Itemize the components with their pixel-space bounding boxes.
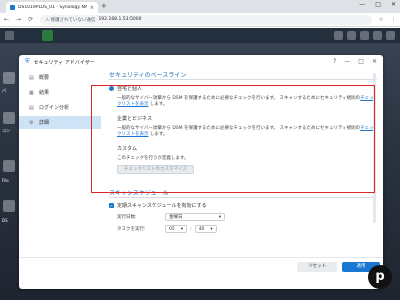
notification-icon[interactable] <box>347 31 356 40</box>
divider <box>109 197 377 198</box>
sidebar-item-label: 結果 <box>39 90 50 96</box>
new-tab-button[interactable]: + <box>101 2 107 10</box>
desktop-app-icon[interactable] <box>3 72 15 84</box>
chevron-down-icon: ▾ <box>210 226 213 232</box>
browser-tab[interactable]: DS1019PLUS_01 - Synology NAS × <box>6 2 98 13</box>
run-day-select[interactable]: 金曜日 ▾ <box>165 213 225 221</box>
highlight-box <box>91 85 375 193</box>
run-day-row: 実行日数: 金曜日 ▾ <box>109 212 377 222</box>
tab-title: DS1019PLUS_01 - Synology NAS <box>18 5 87 10</box>
run-day-label: 実行日数: <box>117 215 137 220</box>
desktop-app-label: File <box>2 178 9 183</box>
overview-icon: ▤ <box>29 74 34 81</box>
window-title: セキュリティ アドバイザー <box>33 59 95 66</box>
chat-icon[interactable] <box>334 31 343 40</box>
footer-divider <box>19 257 383 258</box>
back-button[interactable]: ← <box>4 16 9 23</box>
tab-close-icon[interactable]: × <box>90 5 94 11</box>
sidebar: ▤ 概要 ▦ 結果 ▤ ログイン分析 ⚙ 詳細 <box>19 69 101 289</box>
window-minimize-button[interactable]: — <box>344 58 350 65</box>
sidebar-item-label: 概要 <box>39 75 50 81</box>
address-bar-row: ← → ⟳ ⚠ 保護されていない通信 192.168.1.53:5000 ☆ ⋮ <box>0 13 400 27</box>
sidebar-item-results[interactable]: ▦ 結果 <box>19 86 101 99</box>
checkbox-checked-icon[interactable]: ✓ <box>109 203 114 208</box>
desktop-app-label: DS <box>2 218 8 223</box>
browser-menu-icon[interactable]: ⋮ <box>391 17 397 23</box>
maximize-button[interactable]: □ <box>375 1 381 8</box>
close-window-button[interactable]: ✕ <box>391 1 396 8</box>
desktop-app-label: パ <box>2 88 6 93</box>
desktop-app-icon[interactable] <box>3 200 15 212</box>
chevron-down-icon: ▾ <box>218 214 221 220</box>
minimize-button[interactable]: — <box>359 1 365 8</box>
desktop-app-icon[interactable] <box>3 160 15 172</box>
search-icon[interactable] <box>373 31 382 40</box>
enable-schedule-label: 定期スキャンスケジュールを有効にする <box>117 203 207 209</box>
gear-icon: ⚙ <box>29 119 34 126</box>
baseline-section-title: セキュリティのベースライン <box>109 71 187 79</box>
sidebar-item-label: ログイン分析 <box>39 105 70 111</box>
bookmark-star-icon[interactable]: ☆ <box>379 17 384 23</box>
dsm-tray <box>334 31 395 40</box>
window-controls: ? — □ ✕ <box>333 58 377 65</box>
time-separator: : <box>190 226 192 232</box>
divider <box>109 79 377 80</box>
chevron-down-icon: ▾ <box>180 226 183 232</box>
run-time-label: タスクを実行: <box>117 227 146 232</box>
forward-button[interactable]: → <box>16 16 21 23</box>
url-text: 192.168.1.53:5000 <box>98 17 142 22</box>
synology-favicon-icon <box>10 5 15 10</box>
hour-select[interactable]: 05 ▾ <box>165 225 187 233</box>
browser-tab-bar: DS1019PLUS_01 - Synology NAS × + — □ ✕ <box>0 0 400 13</box>
main-menu-icon[interactable] <box>5 31 14 40</box>
window-close-button[interactable]: ✕ <box>372 58 377 65</box>
login-analysis-icon: ▤ <box>29 104 34 111</box>
reload-button[interactable]: ⟳ <box>28 16 33 23</box>
site-logo: p <box>368 265 392 289</box>
url-field[interactable]: ⚠ 保護されていない通信 192.168.1.53:5000 <box>40 14 372 25</box>
dsm-taskbar <box>0 28 400 43</box>
reset-button[interactable]: リセット <box>297 262 337 272</box>
shield-icon: ⛨ <box>25 58 30 65</box>
enable-schedule-checkbox-row[interactable]: ✓ 定期スキャンスケジュールを有効にする <box>109 201 377 210</box>
sidebar-item-overview[interactable]: ▤ 概要 <box>19 71 101 84</box>
run-time-row: タスクを実行: 05 ▾ : 40 ▾ <box>109 224 377 234</box>
user-icon[interactable] <box>360 31 369 40</box>
help-button[interactable]: ? <box>333 58 336 65</box>
minute-select[interactable]: 40 ▾ <box>194 225 217 233</box>
sidebar-item-login-analysis[interactable]: ▤ ログイン分析 <box>19 101 101 114</box>
browser-window-controls: — □ ✕ <box>359 1 396 8</box>
desktop-app-icon[interactable] <box>3 112 15 124</box>
sidebar-item-label: 詳細 <box>39 120 50 126</box>
security-warning[interactable]: ⚠ 保護されていない通信 <box>45 17 95 23</box>
widgets-icon[interactable] <box>386 31 395 40</box>
window-maximize-button[interactable]: □ <box>358 58 364 65</box>
desktop-app-label: コン <box>2 128 10 133</box>
sidebar-item-advanced[interactable]: ⚙ 詳細 <box>19 116 101 129</box>
security-advisor-taskbar-icon[interactable] <box>42 30 53 41</box>
window-title-bar[interactable]: ⛨ セキュリティ アドバイザー <box>19 55 383 69</box>
results-icon: ▦ <box>29 89 34 96</box>
